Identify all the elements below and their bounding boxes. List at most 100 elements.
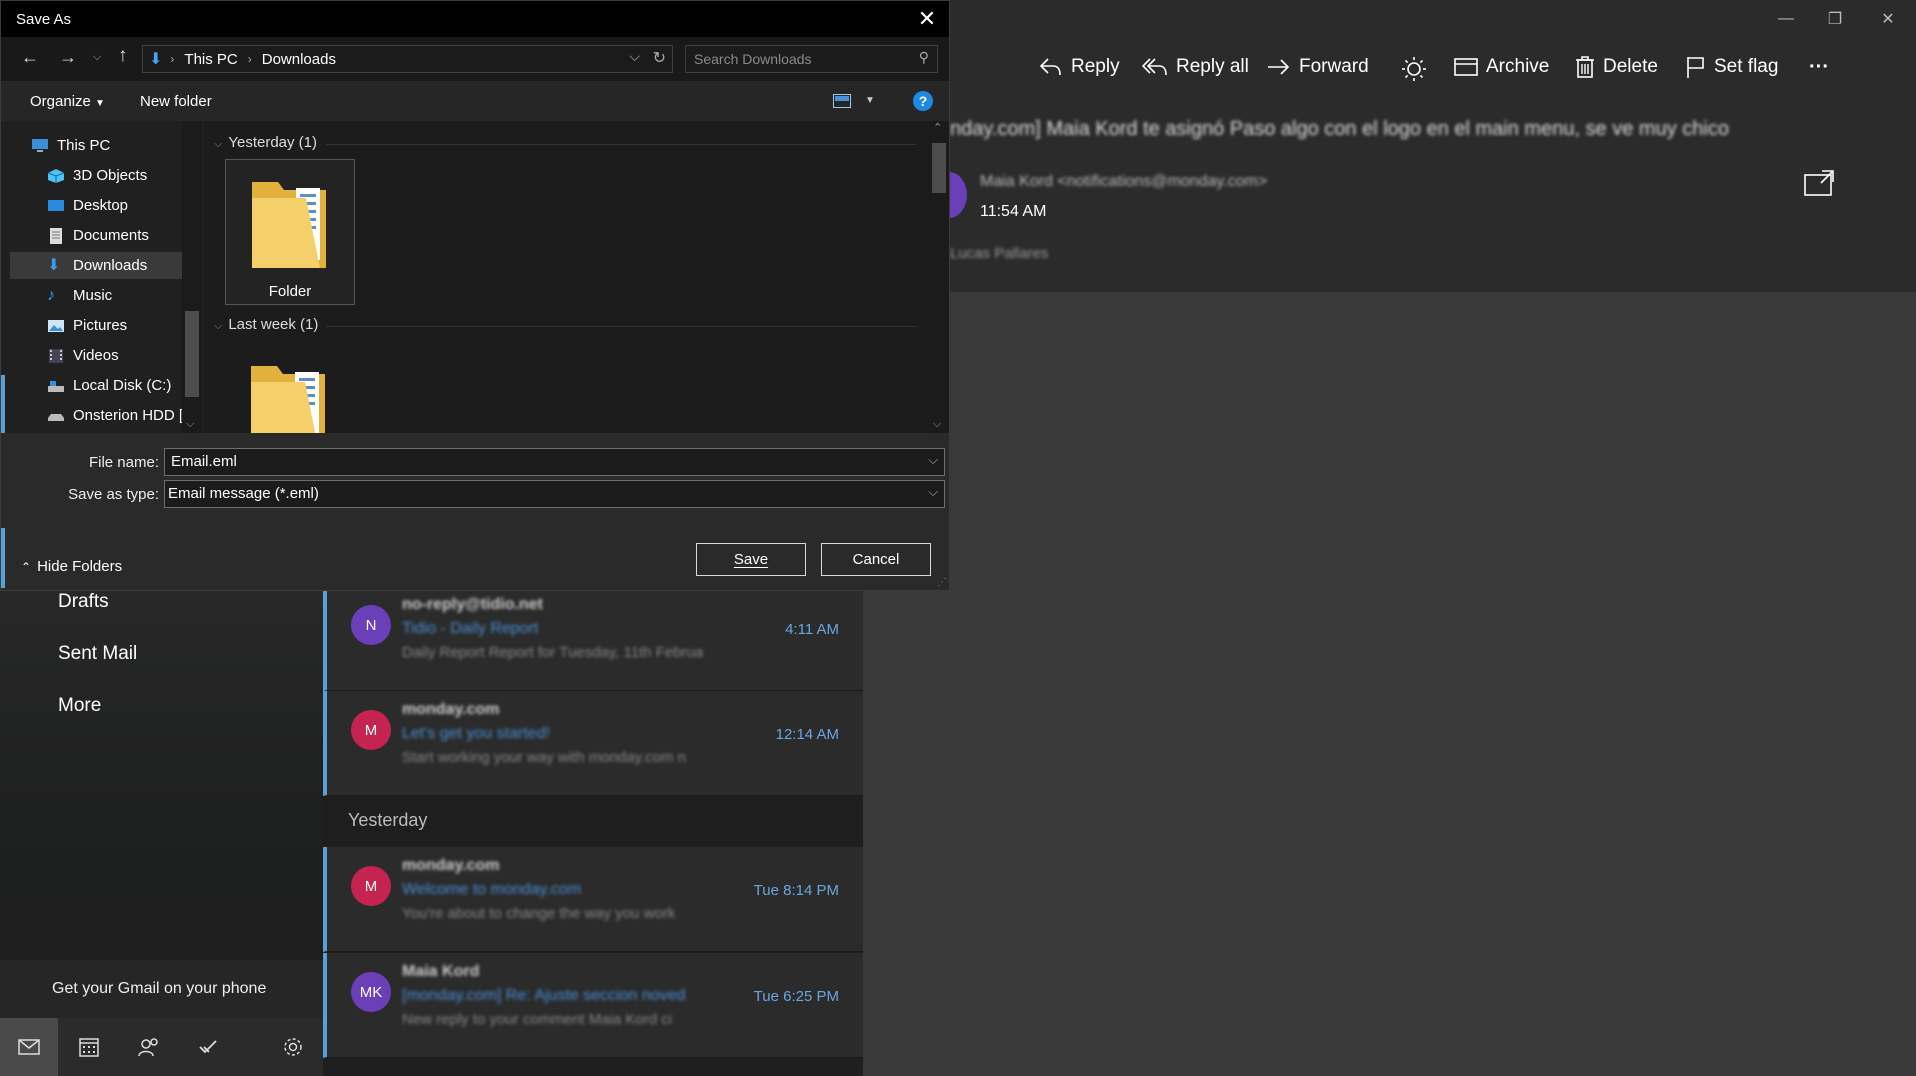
group-header-yesterday[interactable]: ⌵ Yesterday (1) — [214, 134, 317, 151]
message-time: 12:14 AM — [775, 726, 839, 743]
breadcrumb-downloads[interactable]: Downloads — [262, 51, 336, 68]
drive-icon — [47, 408, 65, 424]
search-input[interactable]: Search Downloads ⚲ — [685, 45, 938, 73]
search-icon: ⚲ — [918, 49, 929, 65]
file-name-dropdown-icon[interactable]: ⌵ — [928, 452, 938, 468]
file-name-input[interactable]: Email.eml ⌵ — [164, 448, 945, 476]
message-subject: Tidio - Daily Report — [402, 620, 539, 637]
download-arrow-icon: ⬇ — [47, 256, 61, 274]
save-type-select[interactable]: Email message (*.eml) ⌵ — [164, 480, 945, 508]
tree-label: Documents — [73, 227, 149, 244]
minimize-icon[interactable]: — — [1766, 8, 1806, 30]
up-arrow-icon[interactable]: ↑ — [118, 45, 128, 67]
collapse-chevron-icon: ⌵ — [214, 138, 223, 150]
folder-item[interactable]: Folder — [225, 159, 355, 305]
message-item[interactable]: M monday.com Welcome to monday.com You'r… — [323, 847, 863, 952]
pictures-icon — [47, 318, 65, 334]
open-in-new-window-icon[interactable] — [1804, 170, 1834, 201]
settings-gear-icon[interactable] — [264, 1018, 322, 1076]
nav-more[interactable]: More — [58, 695, 101, 717]
sun-icon — [1402, 57, 1426, 81]
window-close-icon[interactable]: ✕ — [1868, 8, 1908, 30]
message-from: Maia Kord <notifications@monday.com> — [980, 173, 1268, 190]
breadcrumb-this-pc[interactable]: This PC — [184, 51, 237, 68]
dialog-close-button[interactable]: ✕ — [913, 5, 941, 33]
message-item[interactable]: MK Maia Kord [monday.com] Re: Ajuste sec… — [323, 953, 863, 1058]
cube-icon — [47, 168, 65, 184]
reply-all-label: Reply all — [1176, 56, 1249, 77]
trash-icon — [1576, 56, 1594, 78]
resize-grip-icon[interactable]: ⋰ — [937, 577, 947, 588]
scroll-down-icon[interactable]: ⌵ — [186, 418, 194, 431]
save-button[interactable]: Save — [696, 543, 806, 576]
forward-arrow-icon — [1268, 59, 1290, 75]
group-header-last-week[interactable]: ⌵ Last week (1) — [214, 316, 318, 333]
reply-all-button[interactable]: Reply all — [1142, 56, 1249, 78]
message-time: Tue 6:25 PM — [753, 988, 839, 1005]
tree-item-this-pc[interactable]: This PC — [31, 132, 201, 159]
people-icon[interactable] — [120, 1018, 178, 1076]
message-item[interactable]: N no-reply@tidio.net Tidio - Daily Repor… — [323, 586, 863, 691]
hide-folders-button[interactable]: ⌃ Hide Folders — [21, 558, 122, 575]
archive-label: Archive — [1486, 56, 1550, 77]
save-form: File name: Email.eml ⌵ Save as type: Ema… — [1, 433, 949, 590]
scroll-up-icon[interactable]: ⌃ — [933, 121, 942, 134]
message-item[interactable]: M monday.com Let's get you started! Star… — [323, 691, 863, 796]
message-sender: monday.com — [402, 857, 500, 874]
message-preview: You're about to change the way you work — [402, 905, 676, 922]
chevron-up-icon: ⌃ — [21, 560, 32, 574]
file-scrollbar[interactable]: ⌃ ⌵ — [929, 121, 949, 433]
organize-button[interactable]: Organize ▼ — [30, 93, 105, 110]
tree-scrollbar[interactable]: ⌵ — [182, 121, 202, 433]
forward-button[interactable]: Forward — [1267, 56, 1369, 78]
message-subject: [monday.com] Re: Ajuste seccion noved — [402, 987, 686, 1004]
calendar-icon[interactable] — [60, 1018, 118, 1076]
tree-scroll-thumb[interactable] — [185, 311, 199, 397]
tree-item-downloads[interactable]: ⬇ Downloads — [10, 252, 183, 279]
nav-drafts[interactable]: Drafts — [58, 591, 109, 613]
reply-button[interactable]: Reply — [1039, 56, 1120, 78]
message-preview: New reply to your comment Maia Kord ci — [402, 1011, 673, 1028]
recent-locations-chevron-icon[interactable]: ⌵ — [93, 51, 101, 64]
archive-button[interactable]: Archive — [1454, 56, 1549, 78]
folder-label: Folder — [268, 283, 312, 300]
address-dropdown-chevron-icon[interactable]: ⌵ — [629, 48, 640, 65]
set-flag-button[interactable]: Set flag — [1686, 56, 1778, 78]
file-view: ⌵ Yesterday (1) Folder ⌵ Last week (1) — [204, 121, 929, 433]
refresh-icon[interactable]: ↻ — [653, 48, 666, 68]
view-dropdown-icon[interactable]: ▼ — [865, 95, 875, 106]
reply-label: Reply — [1071, 56, 1120, 77]
more-actions-button[interactable]: ··· — [1809, 56, 1829, 79]
flag-icon — [1687, 57, 1704, 78]
organize-label: Organize — [30, 93, 91, 110]
todo-icon[interactable] — [180, 1018, 238, 1076]
message-sender: Maia Kord — [402, 963, 480, 980]
gmail-promo[interactable]: Get your Gmail on your phone — [0, 960, 323, 1018]
save-type-value: Email message (*.eml) — [168, 485, 319, 502]
message-preview: Start working your way with monday.com n — [402, 749, 686, 766]
forward-arrow-icon[interactable]: → — [59, 47, 77, 68]
reply-icon — [1039, 58, 1061, 76]
mail-icon[interactable] — [0, 1018, 58, 1076]
folder-item[interactable] — [247, 356, 331, 433]
help-icon[interactable]: ? — [913, 91, 933, 111]
tree-label: This PC — [57, 137, 111, 154]
message-sender: no-reply@tidio.net — [402, 596, 543, 613]
theme-toggle-button[interactable] — [1401, 56, 1427, 82]
view-options-icon[interactable] — [833, 94, 851, 113]
left-accent-strip — [1, 375, 5, 435]
group-divider — [326, 144, 916, 145]
scroll-down-icon[interactable]: ⌵ — [933, 418, 941, 431]
cancel-button[interactable]: Cancel — [821, 543, 931, 576]
new-folder-button[interactable]: New folder — [140, 93, 212, 110]
restore-icon[interactable]: ❐ — [1815, 8, 1855, 30]
tree-label: Videos — [73, 347, 119, 364]
save-type-dropdown-icon[interactable]: ⌵ — [928, 484, 938, 500]
avatar: MK — [351, 972, 391, 1012]
file-scroll-thumb[interactable] — [932, 143, 946, 193]
address-bar[interactable]: ⬇ › This PC › Downloads ⌵ ↻ — [142, 45, 673, 73]
back-arrow-icon[interactable]: ← — [21, 47, 39, 68]
tree-item-onsterion-hdd[interactable]: Onsterion HDD [ — [47, 402, 187, 429]
delete-button[interactable]: Delete — [1575, 56, 1658, 78]
nav-sent-mail[interactable]: Sent Mail — [58, 643, 137, 665]
